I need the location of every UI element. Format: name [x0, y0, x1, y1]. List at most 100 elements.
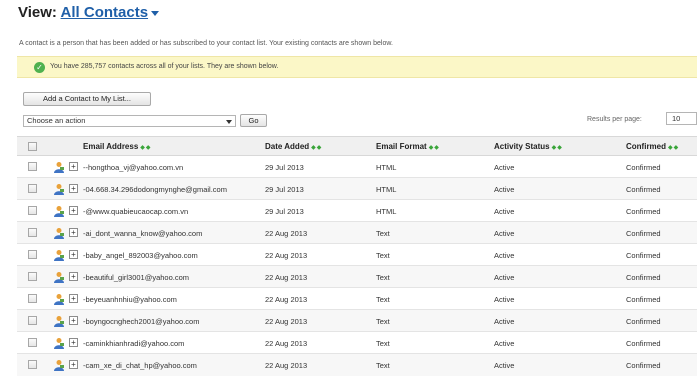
contact-person-icon	[54, 294, 64, 305]
expand-plus-icon[interactable]: +	[69, 294, 78, 303]
table-row: + --hongthoa_vj@yahoo.com.vn 29 Jul 2013…	[17, 156, 697, 178]
date-cell: 29 Jul 2013	[265, 207, 304, 216]
format-cell: HTML	[376, 185, 397, 194]
date-cell: 22 Aug 2013	[265, 273, 308, 282]
sort-arrows-icon: ◆◆	[551, 145, 563, 151]
format-cell: HTML	[376, 163, 397, 172]
email-cell[interactable]: -boyngocnghech2001@yahoo.com	[83, 317, 199, 326]
row-checkbox[interactable]	[28, 228, 37, 237]
row-checkbox[interactable]	[28, 206, 37, 215]
status-cell: Active	[494, 317, 515, 326]
email-cell[interactable]: --hongthoa_vj@yahoo.com.vn	[83, 163, 183, 172]
email-cell[interactable]: -beautiful_girl3001@yahoo.com	[83, 273, 189, 282]
sort-arrows-icon: ◆◆	[428, 145, 440, 151]
table-row: + -boyngocnghech2001@yahoo.com 22 Aug 20…	[17, 310, 697, 332]
contact-person-icon	[54, 228, 64, 239]
format-cell: Text	[376, 339, 390, 348]
email-cell[interactable]: -baby_angel_892003@yahoo.com	[83, 251, 198, 260]
confirmed-cell: Confirmed	[626, 251, 661, 260]
email-cell[interactable]: -caminkhianhradi@yahoo.com	[83, 339, 184, 348]
status-cell: Active	[494, 339, 515, 348]
expand-plus-icon[interactable]: +	[69, 162, 78, 171]
chevron-down-icon[interactable]	[151, 10, 160, 16]
confirmed-cell: Confirmed	[626, 229, 661, 238]
select-all-checkbox[interactable]	[28, 142, 37, 151]
expand-plus-icon[interactable]: +	[69, 360, 78, 369]
column-header-format[interactable]: Email Format ◆◆	[376, 142, 440, 151]
view-label: View:	[18, 4, 57, 21]
contact-person-icon	[54, 162, 64, 173]
table-row: + -beyeuanhnhiu@yahoo.com 22 Aug 2013 Te…	[17, 288, 697, 310]
notice-banner: ✓ You have 285,757 contacts across all o…	[17, 56, 697, 78]
row-checkbox[interactable]	[28, 338, 37, 347]
view-dropdown-link[interactable]: All Contacts	[61, 4, 149, 21]
table-row: + -baby_angel_892003@yahoo.com 22 Aug 20…	[17, 244, 697, 266]
add-contact-button[interactable]: Add a Contact to My List...	[23, 92, 151, 106]
expand-plus-icon[interactable]: +	[69, 184, 78, 193]
confirmed-cell: Confirmed	[626, 163, 661, 172]
date-cell: 22 Aug 2013	[265, 251, 308, 260]
column-header-date[interactable]: Date Added ◆◆	[265, 142, 322, 151]
email-cell[interactable]: -@www.quabieucaocap.com.vn	[83, 207, 188, 216]
format-cell: HTML	[376, 207, 397, 216]
view-selector: View: All Contacts	[18, 4, 160, 21]
status-cell: Active	[494, 163, 515, 172]
action-select[interactable]: Choose an action	[23, 115, 236, 127]
format-cell: Text	[376, 295, 390, 304]
sort-arrows-icon: ◆◆	[668, 145, 680, 151]
table-row: + -cam_xe_di_chat_hp@yahoo.com 22 Aug 20…	[17, 354, 697, 376]
confirmed-cell: Confirmed	[626, 207, 661, 216]
row-checkbox[interactable]	[28, 162, 37, 171]
format-cell: Text	[376, 251, 390, 260]
column-header-email[interactable]: Email Address ◆◆	[83, 142, 152, 151]
format-cell: Text	[376, 361, 390, 370]
dropdown-arrow-icon	[226, 120, 232, 124]
expand-plus-icon[interactable]: +	[69, 272, 78, 281]
email-cell[interactable]: -beyeuanhnhiu@yahoo.com	[83, 295, 177, 304]
status-cell: Active	[494, 207, 515, 216]
column-header-confirmed[interactable]: Confirmed ◆◆	[626, 142, 679, 151]
format-cell: Text	[376, 317, 390, 326]
contact-person-icon	[54, 272, 64, 283]
sort-arrows-icon: ◆◆	[311, 145, 323, 151]
sort-arrows-icon: ◆◆	[140, 145, 152, 151]
confirmed-cell: Confirmed	[626, 273, 661, 282]
table-row: + -@www.quabieucaocap.com.vn 29 Jul 2013…	[17, 200, 697, 222]
expand-plus-icon[interactable]: +	[69, 206, 78, 215]
email-cell[interactable]: -cam_xe_di_chat_hp@yahoo.com	[83, 361, 197, 370]
email-cell[interactable]: -04.668.34.296dodongmynghe@gmail.com	[83, 185, 227, 194]
date-cell: 22 Aug 2013	[265, 295, 308, 304]
go-button[interactable]: Go	[240, 114, 267, 127]
contact-person-icon	[54, 316, 64, 327]
format-cell: Text	[376, 229, 390, 238]
column-header-status[interactable]: Activity Status ◆◆	[494, 142, 563, 151]
row-checkbox[interactable]	[28, 294, 37, 303]
date-cell: 22 Aug 2013	[265, 317, 308, 326]
status-cell: Active	[494, 295, 515, 304]
expand-plus-icon[interactable]: +	[69, 338, 78, 347]
table-row: + -caminkhianhradi@yahoo.com 22 Aug 2013…	[17, 332, 697, 354]
results-per-page-input[interactable]: 10	[666, 112, 697, 125]
confirmed-cell: Confirmed	[626, 317, 661, 326]
email-cell[interactable]: -ai_dont_wanna_know@yahoo.com	[83, 229, 202, 238]
check-circle-icon: ✓	[34, 62, 45, 73]
confirmed-cell: Confirmed	[626, 339, 661, 348]
expand-plus-icon[interactable]: +	[69, 228, 78, 237]
table-row: + -ai_dont_wanna_know@yahoo.com 22 Aug 2…	[17, 222, 697, 244]
row-checkbox[interactable]	[28, 184, 37, 193]
row-checkbox[interactable]	[28, 250, 37, 259]
contact-person-icon	[54, 250, 64, 261]
confirmed-cell: Confirmed	[626, 361, 661, 370]
expand-plus-icon[interactable]: +	[69, 250, 78, 259]
row-checkbox[interactable]	[28, 316, 37, 325]
row-checkbox[interactable]	[28, 360, 37, 369]
results-per-page-label: Results per page:	[587, 116, 642, 123]
status-cell: Active	[494, 229, 515, 238]
expand-plus-icon[interactable]: +	[69, 316, 78, 325]
table-header: Email Address ◆◆ Date Added ◆◆ Email Forma…	[17, 136, 697, 156]
date-cell: 29 Jul 2013	[265, 163, 304, 172]
row-checkbox[interactable]	[28, 272, 37, 281]
confirmed-cell: Confirmed	[626, 185, 661, 194]
contact-person-icon	[54, 338, 64, 349]
date-cell: 22 Aug 2013	[265, 339, 308, 348]
